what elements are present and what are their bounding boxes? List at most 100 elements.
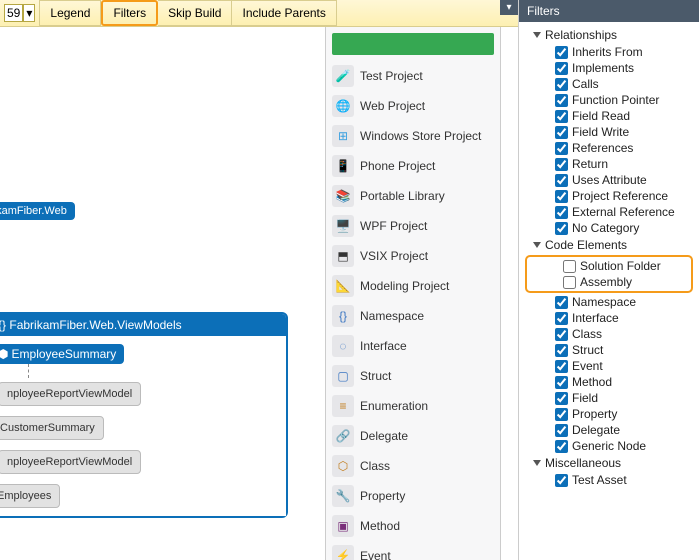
filter-checkbox[interactable] xyxy=(555,376,568,389)
filter-label[interactable]: Implements xyxy=(572,61,634,75)
filter-checkbox[interactable] xyxy=(555,206,568,219)
project-type-label: Interface xyxy=(360,339,407,353)
project-type-item[interactable]: ≡Enumeration xyxy=(326,391,500,421)
filter-label[interactable]: Field Read xyxy=(572,109,630,123)
filter-label[interactable]: Test Asset xyxy=(572,473,627,487)
filter-checkbox[interactable] xyxy=(563,276,576,289)
project-type-item[interactable]: ⊞Windows Store Project xyxy=(326,121,500,151)
filter-label[interactable]: Interface xyxy=(572,311,619,325)
filter-label[interactable]: Method xyxy=(572,375,612,389)
node-report-vm-2[interactable]: nployeeReportViewModel xyxy=(0,450,141,474)
node-customer-summary[interactable]: tCustomerSummary xyxy=(0,416,104,440)
filter-checkbox[interactable] xyxy=(555,222,568,235)
panel-dropdown-icon[interactable]: ▾ xyxy=(500,0,518,15)
filter-label[interactable]: Calls xyxy=(572,77,599,91)
filter-checkbox[interactable] xyxy=(555,46,568,59)
filter-checkbox[interactable] xyxy=(555,344,568,357)
node-employees[interactable]: Employees xyxy=(0,484,60,508)
project-type-item[interactable]: 🔗Delegate xyxy=(326,421,500,451)
zoom-combo[interactable]: 59▾ xyxy=(0,0,39,26)
filter-label[interactable]: External Reference xyxy=(572,205,675,219)
project-type-item[interactable]: ⬒VSIX Project xyxy=(326,241,500,271)
project-type-item[interactable]: 🔧Property xyxy=(326,481,500,511)
filter-checkbox[interactable] xyxy=(555,158,568,171)
filter-checkbox-row: Field xyxy=(519,390,699,406)
filter-label[interactable]: Property xyxy=(572,407,617,421)
filter-checkbox[interactable] xyxy=(555,126,568,139)
zoom-value: 59 xyxy=(4,4,23,22)
section-code-elements[interactable]: Code Elements xyxy=(519,236,699,254)
filter-checkbox-row: Solution Folder xyxy=(527,258,691,274)
node-employee-summary[interactable]: ⬢ EmployeeSummary xyxy=(0,344,124,364)
project-type-label: Event xyxy=(360,549,391,560)
filter-checkbox-row: Return xyxy=(519,156,699,172)
filter-checkbox[interactable] xyxy=(555,142,568,155)
filter-label[interactable]: Uses Attribute xyxy=(572,173,647,187)
container-viewmodels[interactable]: {} FabrikamFiber.Web.ViewModels ⬢ Employ… xyxy=(0,312,288,518)
filter-label[interactable]: Field Write xyxy=(572,125,629,139)
filter-label[interactable]: Assembly xyxy=(580,275,632,289)
filter-checkbox[interactable] xyxy=(555,190,568,203)
filter-checkbox[interactable] xyxy=(555,312,568,325)
include-parents-button[interactable]: Include Parents xyxy=(232,0,336,26)
filter-label[interactable]: Generic Node xyxy=(572,439,646,453)
project-type-label: WPF Project xyxy=(360,219,427,233)
project-type-item[interactable]: ▣Method xyxy=(326,511,500,541)
filter-checkbox[interactable] xyxy=(555,392,568,405)
highlighted-group: Solution Folder Assembly xyxy=(525,255,693,293)
filter-checkbox[interactable] xyxy=(555,78,568,91)
section-misc[interactable]: Miscellaneous xyxy=(519,454,699,472)
filter-checkbox[interactable] xyxy=(555,360,568,373)
project-type-item[interactable]: 📱Phone Project xyxy=(326,151,500,181)
filter-label[interactable]: Struct xyxy=(572,343,603,357)
project-type-item[interactable]: ⚡Event xyxy=(326,541,500,560)
section-relationships[interactable]: Relationships xyxy=(519,26,699,44)
project-type-item[interactable]: 📐Modeling Project xyxy=(326,271,500,301)
container-header[interactable]: {} FabrikamFiber.Web.ViewModels xyxy=(0,314,286,336)
code-map-canvas[interactable]: akamFiber.Web {} FabrikamFiber.Web.ViewM… xyxy=(0,27,325,560)
project-type-item[interactable]: 🌐Web Project xyxy=(326,91,500,121)
filter-label[interactable]: Class xyxy=(572,327,602,341)
legend-button[interactable]: Legend xyxy=(39,0,101,26)
skip-build-button[interactable]: Skip Build xyxy=(158,0,232,26)
filter-label[interactable]: References xyxy=(572,141,633,155)
filter-checkbox-row: Field Read xyxy=(519,108,699,124)
filter-checkbox[interactable] xyxy=(555,174,568,187)
project-type-item[interactable]: ⬡Class xyxy=(326,451,500,481)
filter-checkbox[interactable] xyxy=(563,260,576,273)
filter-checkbox-row: External Reference xyxy=(519,204,699,220)
filter-checkbox[interactable] xyxy=(555,328,568,341)
container-body: ⬢ EmployeeSummary nployeeReportViewModel… xyxy=(0,336,286,516)
project-type-item[interactable]: 🖥️WPF Project xyxy=(326,211,500,241)
filter-label[interactable]: Function Pointer xyxy=(572,93,659,107)
filter-checkbox[interactable] xyxy=(555,94,568,107)
filter-label[interactable]: Field xyxy=(572,391,598,405)
project-type-icon: ▢ xyxy=(332,365,354,387)
filter-checkbox[interactable] xyxy=(555,440,568,453)
filter-checkbox[interactable] xyxy=(555,424,568,437)
filter-label[interactable]: Namespace xyxy=(572,295,636,309)
project-type-icon: ⬡ xyxy=(332,455,354,477)
project-type-item[interactable]: ◌Interface xyxy=(326,331,500,361)
filter-label[interactable]: Delegate xyxy=(572,423,620,437)
node-web[interactable]: akamFiber.Web xyxy=(0,202,75,220)
filter-checkbox[interactable] xyxy=(555,110,568,123)
project-type-highlight[interactable] xyxy=(332,33,494,55)
project-type-item[interactable]: 📚Portable Library xyxy=(326,181,500,211)
filter-label[interactable]: Project Reference xyxy=(572,189,668,203)
filter-label[interactable]: Event xyxy=(572,359,603,373)
filter-checkbox[interactable] xyxy=(555,296,568,309)
filter-checkbox[interactable] xyxy=(555,474,568,487)
project-type-item[interactable]: 🧪Test Project xyxy=(326,61,500,91)
project-type-label: Struct xyxy=(360,369,391,383)
filter-label[interactable]: Return xyxy=(572,157,608,171)
filter-checkbox[interactable] xyxy=(555,62,568,75)
filters-button[interactable]: Filters xyxy=(101,0,158,26)
filter-label[interactable]: No Category xyxy=(572,221,639,235)
project-type-item[interactable]: ▢ Struct xyxy=(326,361,500,391)
project-type-item[interactable]: {}Namespace xyxy=(326,301,500,331)
node-report-vm-1[interactable]: nployeeReportViewModel xyxy=(0,382,141,406)
filter-checkbox[interactable] xyxy=(555,408,568,421)
filter-label[interactable]: Inherits From xyxy=(572,45,643,59)
filter-label[interactable]: Solution Folder xyxy=(580,259,661,273)
